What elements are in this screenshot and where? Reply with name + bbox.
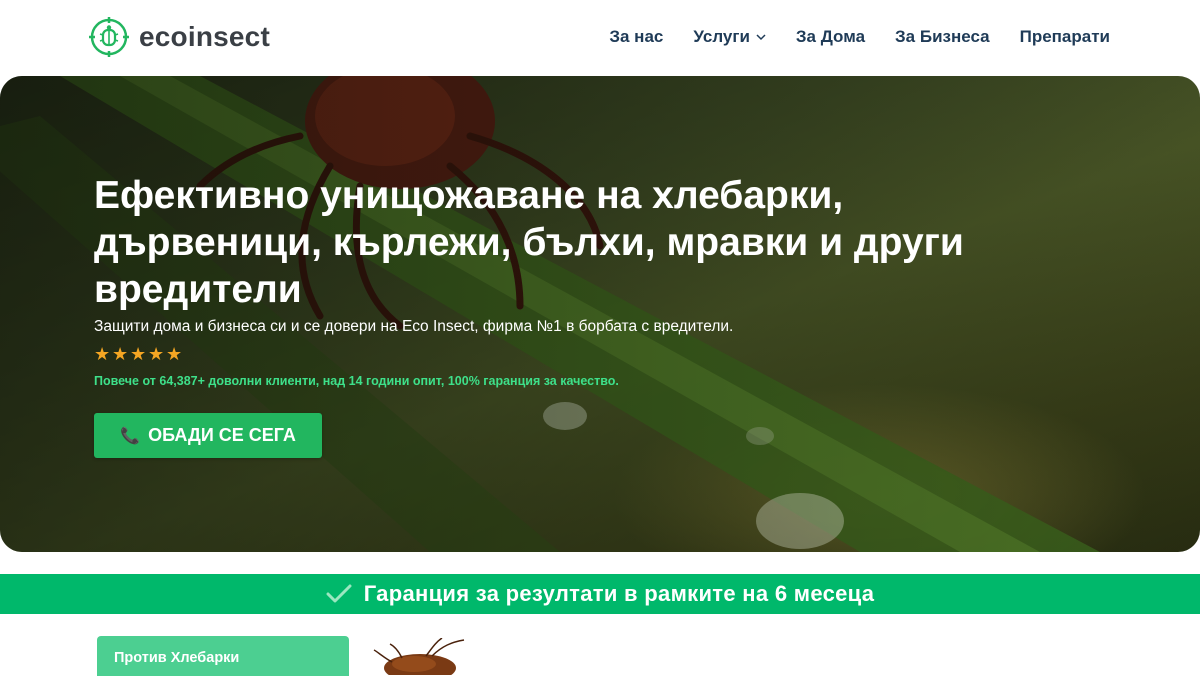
call-now-label: ОБАДИ СЕ СЕГА [148,425,296,445]
check-icon [326,584,352,603]
main-nav: За нас Услуги За Дома За Бизнеса Препара… [609,27,1110,47]
nav-item-label: За нас [609,27,664,46]
bug-target-logo-icon [89,17,129,57]
nav-item-home[interactable]: За Дома [796,27,865,47]
guarantee-bar: Гаранция за резултати в рамките на 6 мес… [0,574,1200,614]
star-icon: ★ [166,344,183,364]
hero-title: Ефективно унищожаване на хлебарки, дърве… [94,174,964,311]
site-header: ecoinsect За нас Услуги За Дома За Бизне… [0,0,1200,76]
nav-item-label: За Бизнеса [895,27,990,46]
service-tab-cockroaches[interactable]: Против Хлебарки [97,636,349,676]
nav-item-about[interactable]: За нас [609,27,663,47]
star-icon: ★ [130,344,147,364]
hero-banner: Ефективно унищожаване на хлебарки, дърве… [0,76,1200,552]
rating-stars: ★ ★ ★ ★ ★ [94,344,184,364]
call-now-button[interactable]: 📞 ОБАДИ СЕ СЕГА [94,413,322,458]
nav-item-label: За Дома [795,27,866,46]
star-icon: ★ [148,344,165,364]
hero-overlay [0,76,1200,552]
nav-item-label: Услуги [693,27,750,46]
star-icon: ★ [94,344,111,364]
nav-item-business[interactable]: За Бизнеса [895,27,990,47]
hero-subtitle: Защити дома и бизнеса си и се довери на … [94,318,734,335]
cockroach-image [373,638,465,675]
nav-item-products[interactable]: Препарати [1020,27,1110,47]
brand-name: ecoinsect [139,21,270,52]
nav-item-label: Препарати [1019,27,1110,46]
chevron-down-icon [756,34,766,41]
social-proof-text: Повече от 64,387+ доволни клиенти, над 1… [94,374,619,388]
nav-item-services[interactable]: Услуги [693,27,766,47]
service-tab-label: Против Хлебарки [114,650,240,666]
phone-icon: 📞 [120,427,141,445]
star-icon: ★ [112,344,129,364]
logo[interactable]: ecoinsect [88,16,270,58]
guarantee-text: Гаранция за резултати в рамките на 6 мес… [363,581,875,606]
